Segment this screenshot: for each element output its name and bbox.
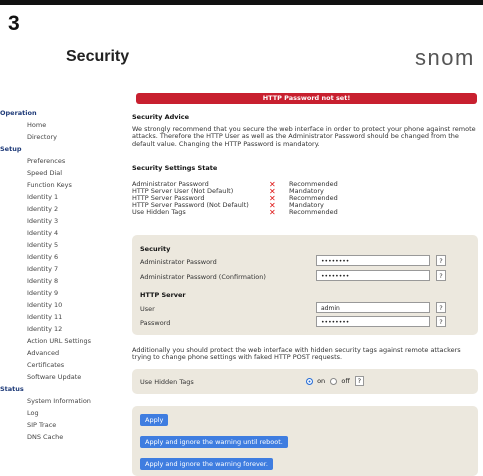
admin-password-confirm-row: Administrator Password (Confirmation) ••…	[140, 270, 470, 283]
help-icon[interactable]: ?	[354, 376, 364, 386]
sidebar-item-log[interactable]: Log	[0, 407, 124, 419]
http-user-row: User admin ?	[140, 302, 470, 315]
apply-ignore-until-reboot-button[interactable]: Apply and ignore the warning until reboo…	[140, 436, 288, 448]
apply-ignore-forever-button[interactable]: Apply and ignore the warning forever.	[140, 458, 273, 470]
http-password-label: Password	[140, 319, 171, 327]
http-password-row: Password •••••••• ?	[140, 316, 470, 329]
state-value: Recommended	[289, 208, 338, 216]
http-password-field[interactable]: ••••••••	[316, 316, 430, 327]
sidebar-item-certificates[interactable]: Certificates	[0, 359, 124, 371]
sidebar-item-preferences[interactable]: Preferences	[0, 155, 124, 167]
admin-password-confirm-field[interactable]: ••••••••	[316, 270, 430, 281]
admin-password-label: Administrator Password	[140, 258, 217, 266]
page-title: Security	[66, 48, 130, 65]
sidebar-item-identity-8[interactable]: Identity 8	[0, 275, 124, 287]
http-server-heading: HTTP Server	[140, 291, 186, 299]
sidebar-item-action-url-settings[interactable]: Action URL Settings	[0, 335, 124, 347]
sidebar-item-speed-dial[interactable]: Speed Dial	[0, 167, 124, 179]
sidebar-nav: Operation Home Directory Setup Preferences Sp…	[0, 107, 124, 443]
security-settings-box: Security Administrator Password ••••••••…	[132, 235, 478, 335]
state-label: Use Hidden Tags	[132, 208, 186, 216]
sidebar-item-identity-3[interactable]: Identity 3	[0, 215, 124, 227]
advice-text: We strongly recommend that you secure th…	[132, 125, 476, 148]
sidebar-section-status[interactable]: Status	[0, 383, 124, 395]
step-number: 3	[8, 12, 20, 35]
help-icon[interactable]: ?	[436, 270, 446, 281]
sidebar-item-identity-11[interactable]: Identity 11	[0, 311, 124, 323]
sidebar-item-advanced[interactable]: Advanced	[0, 347, 124, 359]
sidebar-item-identity-2[interactable]: Identity 2	[0, 203, 124, 215]
hidden-tags-on-label: on	[317, 377, 326, 385]
hidden-tags-off-label: off	[341, 377, 350, 385]
security-heading: Security	[140, 245, 171, 253]
sidebar-item-identity-5[interactable]: Identity 5	[0, 239, 124, 251]
hidden-tags-label: Use Hidden Tags	[140, 378, 194, 386]
help-icon[interactable]: ?	[436, 302, 446, 313]
sidebar-item-identity-7[interactable]: Identity 7	[0, 263, 124, 275]
sidebar-section-setup[interactable]: Setup	[0, 143, 124, 155]
help-icon[interactable]: ?	[436, 316, 446, 327]
state-row: Use Hidden Tags ✕ Recommended	[132, 208, 472, 217]
sidebar-item-software-update[interactable]: Software Update	[0, 371, 124, 383]
sidebar-section-operation[interactable]: Operation	[0, 107, 124, 119]
apply-buttons-box: Apply Apply and ignore the warning until…	[132, 406, 478, 476]
snom-logo: snom	[415, 45, 475, 70]
hidden-tags-text: Additionally you should protect the web …	[132, 346, 461, 362]
http-user-label: User	[140, 305, 155, 313]
sidebar-item-identity-6[interactable]: Identity 6	[0, 251, 124, 263]
sidebar-item-sip-trace[interactable]: SIP Trace	[0, 419, 124, 431]
sidebar-item-identity-4[interactable]: Identity 4	[0, 227, 124, 239]
admin-password-field[interactable]: ••••••••	[316, 255, 430, 266]
apply-button[interactable]: Apply	[140, 414, 169, 426]
hidden-tags-box: Use Hidden Tags on off ?	[132, 369, 478, 394]
top-bar	[0, 0, 483, 5]
hidden-tags-radios: on off ?	[306, 376, 364, 386]
state-title: Security Settings State	[132, 164, 218, 172]
sidebar-item-identity-10[interactable]: Identity 10	[0, 299, 124, 311]
sidebar-item-identity-1[interactable]: Identity 1	[0, 191, 124, 203]
sidebar-item-system-information[interactable]: System Information	[0, 395, 124, 407]
security-state-table: Administrator Password ✕ Recommended HTTP S…	[132, 181, 472, 217]
hidden-tags-off-radio[interactable]	[330, 377, 338, 385]
advice-title: Security Advice	[132, 113, 190, 121]
warning-banner: HTTP Password not set!	[136, 93, 477, 104]
sidebar-item-identity-9[interactable]: Identity 9	[0, 287, 124, 299]
sidebar-item-function-keys[interactable]: Function Keys	[0, 179, 124, 191]
sidebar-item-dns-cache[interactable]: DNS Cache	[0, 431, 124, 443]
sidebar-item-directory[interactable]: Directory	[0, 131, 124, 143]
sidebar-item-identity-12[interactable]: Identity 12	[0, 323, 124, 335]
admin-password-confirm-label: Administrator Password (Confirmation)	[140, 273, 266, 281]
help-icon[interactable]: ?	[436, 255, 446, 266]
admin-password-row: Administrator Password •••••••• ?	[140, 255, 470, 268]
hidden-tags-on-radio[interactable]	[306, 377, 313, 385]
sidebar-item-home[interactable]: Home	[0, 119, 124, 131]
cross-icon: ✕	[269, 208, 276, 217]
http-user-field[interactable]: admin	[316, 302, 430, 313]
